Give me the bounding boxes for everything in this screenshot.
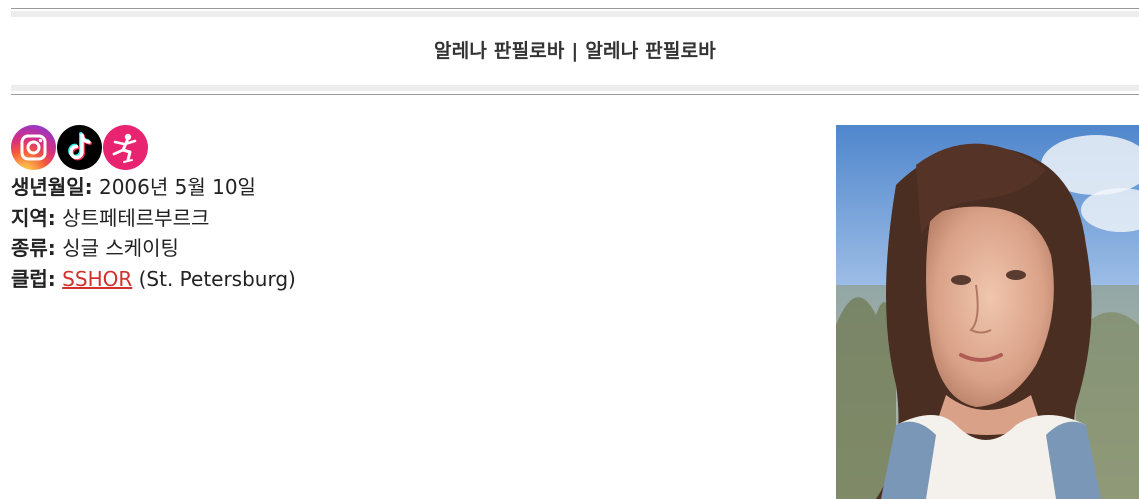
region-row: 지역: 상트페테르부르크 xyxy=(11,203,296,234)
club-label: 클럽: xyxy=(11,266,56,291)
tiktok-link[interactable] xyxy=(57,125,102,170)
tiktok-icon xyxy=(68,132,92,161)
bottom-rule xyxy=(11,94,1139,95)
club-location: (St. Petersburg) xyxy=(138,266,296,291)
profile-info: 생년월일: 2006년 5월 10일 지역: 상트페테르부르크 종류: 싱글 스… xyxy=(11,172,296,294)
portrait-image xyxy=(836,125,1139,499)
profile-photo xyxy=(836,125,1139,499)
page-title: 알레나 판필로바 | 알레나 판필로바 xyxy=(434,40,716,62)
skating-link[interactable] xyxy=(103,125,148,170)
top-rule xyxy=(11,8,1139,9)
bottom-band xyxy=(11,85,1139,91)
instagram-icon xyxy=(20,134,47,161)
social-links xyxy=(11,125,148,170)
discipline-row: 종류: 싱글 스케이팅 xyxy=(11,233,296,264)
club-link[interactable]: SSHOR xyxy=(62,267,132,291)
birth-value: 2006년 5월 10일 xyxy=(98,175,256,199)
region-label: 지역: xyxy=(11,205,56,230)
discipline-value: 싱글 스케이팅 xyxy=(62,236,179,260)
discipline-label: 종류: xyxy=(11,236,56,260)
instagram-link[interactable] xyxy=(11,125,56,170)
skating-icon xyxy=(112,133,137,163)
profile-page: 알레나 판필로바 | 알레나 판필로바 생년월일: 2006년 5월 10일 지… xyxy=(0,0,1139,499)
top-band xyxy=(11,11,1139,17)
birth-label: 생년월일: xyxy=(11,175,93,199)
club-row: 클럽: SSHOR (St. Petersburg) xyxy=(11,264,296,295)
region-value: 상트페테르부르크 xyxy=(62,205,210,230)
birth-row: 생년월일: 2006년 5월 10일 xyxy=(11,172,296,203)
